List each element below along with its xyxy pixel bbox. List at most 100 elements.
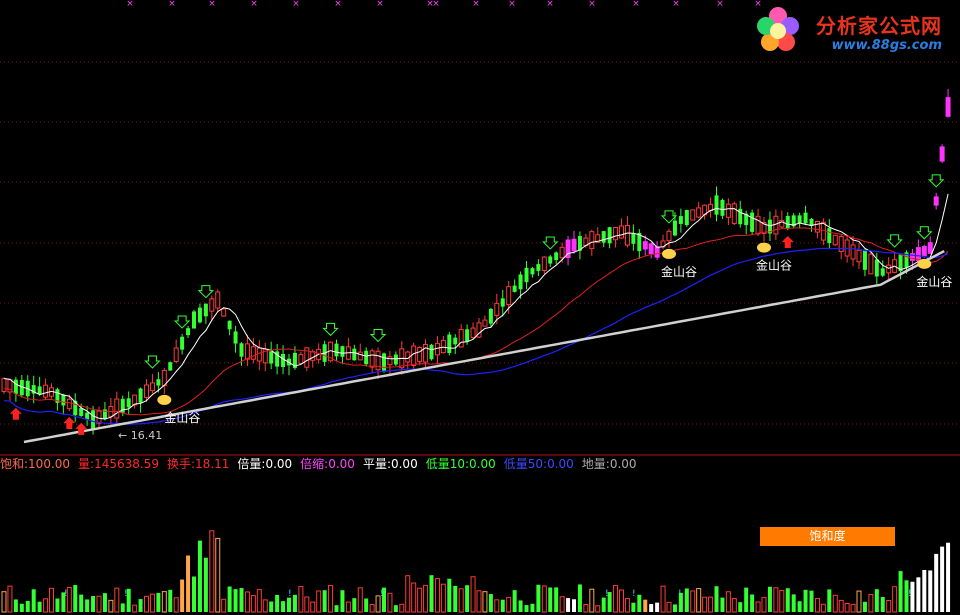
signal-label: 金山谷 — [756, 258, 792, 273]
candle-body — [149, 382, 155, 392]
candle-body — [874, 259, 879, 277]
info-item: 饱和:100.00 — [0, 457, 70, 471]
candle-body — [518, 274, 523, 290]
candle-body — [524, 267, 529, 283]
top-tick: × — [208, 0, 216, 9]
candle-body — [601, 231, 606, 243]
volume-bar — [500, 599, 505, 612]
volume-bar — [221, 598, 227, 613]
volume-bar — [755, 601, 761, 613]
volume-bar — [31, 589, 36, 612]
volume-tick: ! — [908, 589, 912, 599]
volume-bar — [7, 585, 13, 613]
volume-bar — [340, 590, 345, 612]
info-item: 平量:0.00 — [363, 457, 418, 471]
candle-body — [173, 347, 179, 363]
top-tick: × — [432, 0, 440, 9]
volume-bar — [684, 588, 689, 612]
volume-bar — [613, 585, 619, 613]
volume-bar — [934, 553, 939, 612]
volume-bar — [37, 601, 42, 612]
down-arrow-icon — [144, 355, 161, 369]
volume-bar — [649, 604, 654, 612]
volume-bar — [530, 603, 535, 612]
candle-body — [512, 285, 517, 292]
volume-bar — [209, 530, 215, 613]
volume-bar — [886, 600, 892, 613]
candle-body — [827, 228, 832, 244]
volume-bar — [850, 603, 856, 613]
top-tick: × — [126, 0, 134, 9]
candle-body — [429, 344, 434, 360]
volume-bar — [928, 570, 933, 612]
candle-body — [814, 221, 820, 233]
gold-ingot-icon — [662, 248, 676, 259]
volume-bar — [399, 603, 405, 613]
candle-body — [886, 264, 892, 274]
volume-bar — [655, 602, 660, 612]
candle-body — [868, 253, 874, 275]
volume-bar — [814, 598, 820, 613]
volume-bar — [624, 598, 630, 613]
info-item: 换手:18.11 — [167, 457, 229, 471]
candle-body — [215, 291, 221, 309]
candle-body — [298, 354, 304, 364]
candle-body — [731, 203, 737, 224]
info-item: 低量10:0.00 — [426, 457, 496, 471]
info-value: 0.00 — [547, 457, 574, 471]
volume-bar — [250, 595, 256, 613]
volume-bar — [797, 601, 802, 612]
top-tick: × — [508, 0, 516, 9]
volume-bar — [541, 585, 547, 613]
volume-bar — [476, 590, 482, 613]
volume-bar — [637, 594, 642, 612]
candle-body — [447, 334, 452, 353]
info-value: 18.11 — [195, 457, 230, 471]
volume-bar — [73, 585, 78, 612]
down-arrow-icon — [369, 328, 387, 343]
volume-bar — [369, 604, 375, 613]
info-label: 平量: — [362, 457, 391, 471]
volume-bar — [25, 600, 30, 612]
candle-body — [192, 311, 196, 329]
volume-bar — [506, 596, 512, 613]
volume-bar — [572, 599, 576, 612]
info-label: 倍量: — [237, 457, 266, 471]
candle-body — [37, 386, 42, 395]
volume-bar — [832, 594, 838, 613]
candle-body — [61, 394, 66, 406]
volume-tick: ! — [678, 589, 682, 599]
volume-bar — [583, 604, 589, 613]
volume-bar — [149, 593, 155, 613]
volume-bar — [898, 571, 903, 612]
top-tick: × — [632, 0, 640, 9]
watermark-url: www.88gs.com — [831, 38, 942, 53]
candle-body — [714, 195, 719, 215]
top-tick: × — [472, 0, 480, 9]
volume-tick: ! — [64, 589, 68, 599]
info-label: 换手: — [167, 457, 196, 471]
signal-labels: 金山谷金山谷 金山谷金山谷← 16.41 — [118, 242, 952, 442]
watermark: 分析家公式网 www.88gs.com — [752, 4, 952, 56]
volume-bar — [411, 582, 417, 613]
volume-bar — [750, 594, 755, 612]
volume-bar — [720, 597, 725, 612]
candle-body — [850, 244, 856, 260]
volume-bar — [275, 594, 280, 612]
volume-bar — [708, 596, 714, 613]
volume-bar — [19, 603, 24, 612]
volume-bar — [862, 601, 867, 612]
candle-body — [209, 298, 215, 312]
candle-body — [79, 408, 84, 416]
top-tick: × — [672, 0, 680, 9]
candle-body — [684, 209, 689, 226]
volume-bar — [672, 604, 677, 612]
info-item: 倍量:0.00 — [237, 457, 292, 471]
volume-bar — [132, 604, 138, 613]
volume-bar — [916, 577, 921, 612]
volume-bar — [731, 598, 737, 613]
volume-bar — [387, 592, 393, 613]
volume-bar — [161, 591, 167, 613]
up-arrow-icon — [781, 236, 794, 249]
candle-body — [613, 227, 619, 241]
